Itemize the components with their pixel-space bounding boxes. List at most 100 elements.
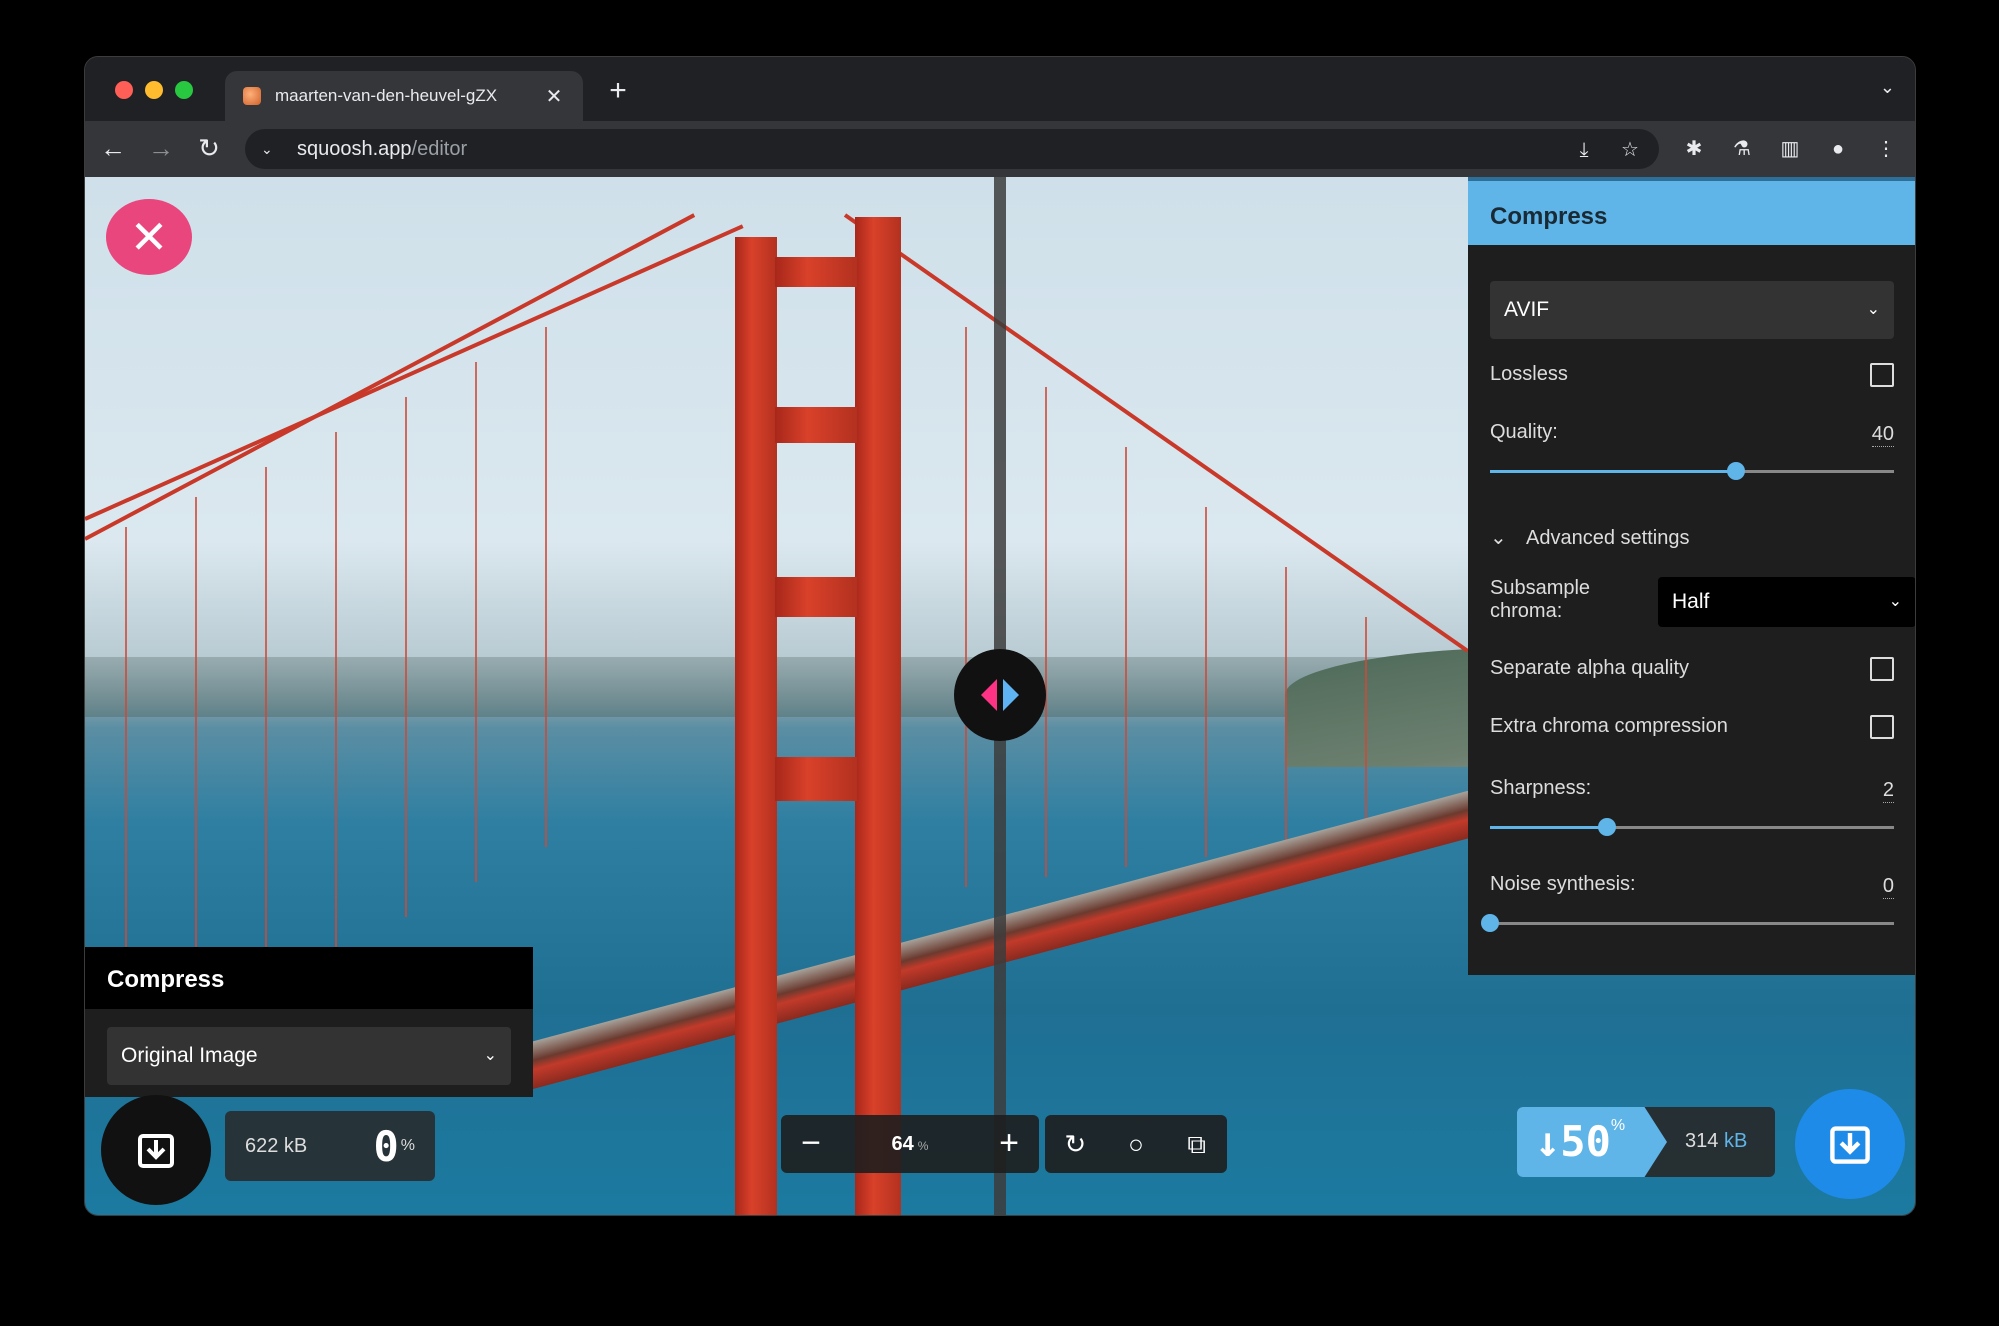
url-path: /editor <box>411 137 468 160</box>
main-cable-left-2 <box>85 224 744 521</box>
suspender <box>405 397 407 917</box>
zoom-value: 64 <box>891 1132 914 1155</box>
close-window-button[interactable] <box>115 81 133 99</box>
lossless-label: Lossless <box>1490 363 1568 385</box>
crop-icon[interactable]: ⧉ <box>1177 1124 1217 1164</box>
separate-alpha-row: Separate alpha quality <box>1490 657 1894 681</box>
tower-crossbeam <box>775 407 857 443</box>
subsample-value: Half <box>1672 590 1710 613</box>
chevron-down-icon: ⌄ <box>483 1047 497 1064</box>
right-percent-badge: ↓50% <box>1517 1107 1667 1177</box>
zoom-controls: − 64% + <box>781 1115 1039 1173</box>
subsample-select[interactable]: Half ⌄ <box>1658 577 1915 627</box>
lossless-row: Lossless <box>1490 363 1894 387</box>
quality-slider[interactable] <box>1490 462 1894 480</box>
site-info-chevron-icon[interactable]: ⌄ <box>261 141 281 158</box>
browser-toolbar: ← → ↻ ⌄ squoosh.app/editor ⤓ ☆ ✱ ⚗ ▥ ● ⋮ <box>85 121 1915 177</box>
advanced-settings-toggle[interactable]: ⌄ Advanced settings <box>1490 525 1894 550</box>
quality-value-input[interactable]: 40 <box>1871 423 1894 447</box>
quality-label: Quality: <box>1490 421 1558 443</box>
left-percent-unit: % <box>400 1137 415 1154</box>
format-select[interactable]: AVIF ⌄ <box>1490 281 1894 339</box>
suspender <box>1205 507 1207 857</box>
tower-crossbeam <box>775 757 857 801</box>
main-cable-right <box>843 213 1469 653</box>
tab-strip: maarten-van-den-heuvel-gZX ✕ + ⌄ <box>85 57 1915 121</box>
left-size-info: 622 kB 0% <box>225 1111 435 1181</box>
noise-value-input[interactable]: 0 <box>1882 875 1894 899</box>
noise-slider-thumb[interactable] <box>1481 914 1499 932</box>
right-percent-unit: % <box>1610 1117 1626 1134</box>
back-button[interactable]: ← <box>97 133 129 165</box>
download-right-button[interactable] <box>1795 1089 1905 1199</box>
download-icon <box>138 1134 174 1168</box>
download-icon <box>1830 1126 1870 1164</box>
minimize-window-button[interactable] <box>145 81 163 99</box>
right-percent: ↓50 <box>1535 1117 1611 1166</box>
tower-crossbeam <box>775 257 857 287</box>
sharpness-slider-fill <box>1490 826 1608 829</box>
reload-button[interactable]: ↻ <box>193 133 225 165</box>
left-percent: 0 <box>373 1121 399 1171</box>
left-encoder-select[interactable]: Original Image ⌄ <box>107 1027 511 1085</box>
sharpness-row: Sharpness: 2 <box>1490 777 1894 803</box>
arrow-left-icon <box>981 679 997 711</box>
maximize-window-button[interactable] <box>175 81 193 99</box>
rotate-icon[interactable]: ↻ <box>1055 1124 1095 1164</box>
left-encoder-value: Original Image <box>121 1044 258 1067</box>
profile-icon[interactable]: ● <box>1823 134 1853 164</box>
zoom-out-button[interactable]: − <box>781 1115 841 1173</box>
tab-search-chevron-icon[interactable]: ⌄ <box>1880 77 1895 98</box>
suspender <box>475 362 477 882</box>
tab-close-icon[interactable]: ✕ <box>543 84 565 109</box>
zoom-in-button[interactable]: + <box>979 1115 1039 1173</box>
left-file-size: 622 kB <box>245 1134 308 1157</box>
address-bar[interactable]: ⌄ squoosh.app/editor ⤓ ☆ <box>245 129 1659 169</box>
menu-kebab-icon[interactable]: ⋮ <box>1871 134 1901 164</box>
extra-chroma-label: Extra chroma compression <box>1490 715 1728 737</box>
forward-button[interactable]: → <box>145 133 177 165</box>
noise-slider[interactable] <box>1481 914 1894 932</box>
sharpness-slider[interactable] <box>1490 818 1894 836</box>
separate-alpha-label: Separate alpha quality <box>1490 657 1690 679</box>
favicon-icon <box>243 87 261 105</box>
lossless-checkbox[interactable] <box>1870 363 1894 387</box>
suspender <box>335 432 337 972</box>
close-image-button[interactable]: ✕ <box>106 199 192 275</box>
suspender <box>1045 387 1047 877</box>
format-value: AVIF <box>1504 298 1550 321</box>
suspender <box>545 327 547 847</box>
arrow-right-icon <box>1003 679 1019 711</box>
noise-label: Noise synthesis: <box>1490 873 1636 895</box>
chevron-down-icon: ⌄ <box>1866 301 1880 318</box>
left-panel-title: Compress <box>85 947 533 1009</box>
download-left-button[interactable] <box>101 1095 211 1205</box>
tower-leg-right <box>855 217 901 1215</box>
background-toggle-icon[interactable]: ○ <box>1116 1124 1156 1164</box>
sharpness-slider-thumb[interactable] <box>1598 818 1617 836</box>
side-panel-icon[interactable]: ▥ <box>1775 134 1805 164</box>
split-handle[interactable] <box>954 649 1046 741</box>
left-compress-panel: Compress Original Image ⌄ <box>85 947 533 1097</box>
labs-flask-icon[interactable]: ⚗ <box>1727 134 1757 164</box>
right-file-size: 314 <box>1685 1130 1719 1152</box>
suspender <box>965 327 967 887</box>
extensions-icon[interactable]: ✱ <box>1679 134 1709 164</box>
chevron-down-icon: ⌄ <box>1888 593 1902 610</box>
new-tab-button[interactable]: + <box>601 75 635 109</box>
install-app-icon[interactable]: ⤓ <box>1569 135 1599 165</box>
noise-row: Noise synthesis: 0 <box>1490 873 1894 899</box>
separate-alpha-checkbox[interactable] <box>1870 657 1894 681</box>
close-icon: ✕ <box>129 211 169 263</box>
url-host: squoosh.app <box>297 137 412 160</box>
extra-chroma-row: Extra chroma compression <box>1490 715 1894 739</box>
browser-tab[interactable]: maarten-van-den-heuvel-gZX ✕ <box>225 71 583 121</box>
bookmark-star-icon[interactable]: ☆ <box>1615 135 1645 165</box>
suspender <box>1285 567 1287 847</box>
subsample-row: Subsample chroma: Half ⌄ <box>1490 577 1915 633</box>
right-size-info: ↓50% 314 kB <box>1517 1107 1775 1177</box>
extra-chroma-checkbox[interactable] <box>1870 715 1894 739</box>
zoom-value-field[interactable]: 64% <box>841 1133 979 1156</box>
sharpness-value-input[interactable]: 2 <box>1882 779 1894 803</box>
quality-slider-thumb[interactable] <box>1727 462 1746 480</box>
